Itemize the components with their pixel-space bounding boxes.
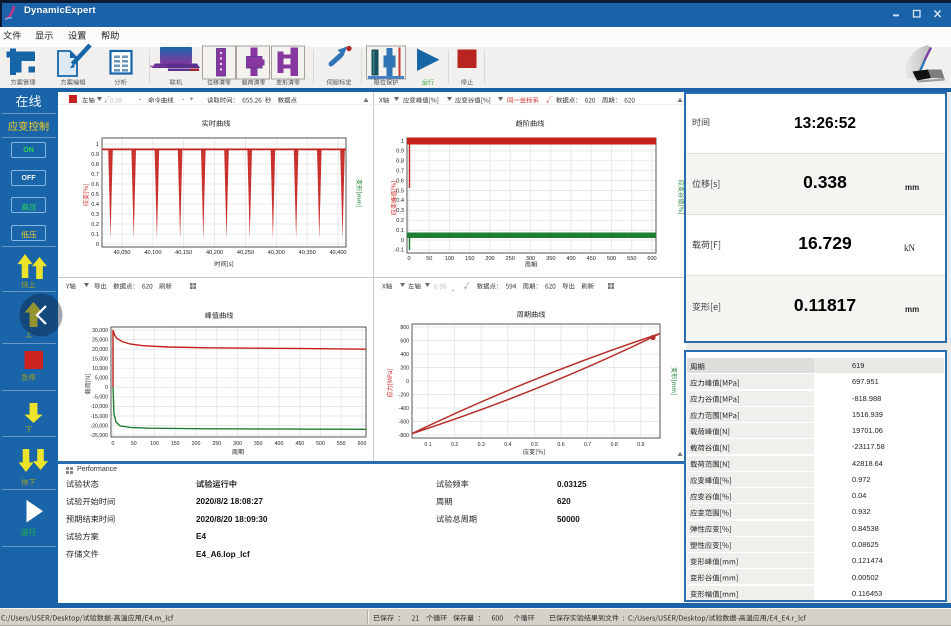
svg-text:0.2: 0.2 — [396, 218, 404, 224]
svg-text:5,000: 5,000 — [95, 376, 108, 382]
svg-text:0.6: 0.6 — [557, 442, 564, 448]
svg-text:0.1: 0.1 — [91, 232, 99, 238]
svg-text:0.5: 0.5 — [531, 442, 538, 448]
svg-text:0: 0 — [112, 441, 115, 447]
svg-text:0.4: 0.4 — [396, 198, 404, 204]
svg-text:0: 0 — [105, 385, 108, 391]
svg-text:500: 500 — [607, 256, 616, 262]
svg-text:-5,000: -5,000 — [93, 395, 108, 401]
svg-text:0.5: 0.5 — [91, 192, 99, 198]
svg-text:150: 150 — [465, 256, 474, 262]
svg-text:400: 400 — [400, 352, 409, 358]
svg-text:-200: -200 — [399, 392, 409, 398]
svg-text:30,000: 30,000 — [92, 328, 108, 334]
svg-text:0.2: 0.2 — [91, 222, 99, 228]
svg-text:150: 150 — [171, 441, 180, 447]
svg-text:20,000: 20,000 — [92, 347, 108, 353]
svg-text:400: 400 — [566, 256, 575, 262]
svg-text:40,200: 40,200 — [206, 250, 223, 256]
svg-text:0.8: 0.8 — [396, 159, 404, 165]
svg-text:300: 300 — [233, 441, 242, 447]
svg-text:50: 50 — [131, 441, 137, 447]
svg-text:40,250: 40,250 — [237, 250, 254, 256]
svg-text:0.3: 0.3 — [396, 208, 404, 214]
svg-text:15,000: 15,000 — [92, 357, 108, 363]
svg-text:500: 500 — [316, 441, 325, 447]
svg-text:50: 50 — [426, 256, 432, 262]
svg-text:400: 400 — [275, 441, 284, 447]
svg-text:0.4: 0.4 — [504, 442, 511, 448]
svg-text:25,000: 25,000 — [92, 337, 108, 343]
svg-text:-20,000: -20,000 — [90, 423, 108, 429]
svg-text:0.9: 0.9 — [396, 149, 404, 155]
svg-text:-15,000: -15,000 — [90, 414, 108, 420]
svg-text:600: 600 — [358, 441, 367, 447]
svg-text:1: 1 — [96, 142, 99, 148]
svg-text:0.8: 0.8 — [91, 162, 99, 168]
svg-text:450: 450 — [295, 441, 304, 447]
svg-text:0.4: 0.4 — [91, 202, 99, 208]
svg-text:0: 0 — [401, 238, 404, 244]
svg-text:40,300: 40,300 — [268, 250, 285, 256]
svg-text:-10,000: -10,000 — [90, 404, 108, 410]
svg-text:0.9: 0.9 — [91, 152, 99, 158]
svg-text:550: 550 — [337, 441, 346, 447]
svg-text:100: 100 — [445, 256, 454, 262]
svg-text:350: 350 — [254, 441, 263, 447]
svg-text:550: 550 — [627, 256, 636, 262]
svg-text:40,150: 40,150 — [175, 250, 192, 256]
svg-text:0.7: 0.7 — [91, 172, 99, 178]
svg-text:0.3: 0.3 — [478, 442, 485, 448]
svg-text:0.6: 0.6 — [91, 182, 99, 188]
svg-text:800: 800 — [400, 325, 409, 331]
svg-text:40,350: 40,350 — [299, 250, 316, 256]
svg-text:0.9: 0.9 — [637, 442, 644, 448]
svg-text:450: 450 — [587, 256, 596, 262]
svg-text:0.7: 0.7 — [396, 169, 404, 175]
svg-text:0: 0 — [96, 242, 99, 248]
svg-text:1: 1 — [401, 139, 404, 145]
svg-text:0.5: 0.5 — [396, 188, 404, 194]
svg-text:40,050: 40,050 — [113, 250, 130, 256]
svg-text:0.3: 0.3 — [91, 212, 99, 218]
svg-text:-400: -400 — [399, 406, 409, 412]
svg-text:0.1: 0.1 — [424, 442, 431, 448]
svg-text:0.6: 0.6 — [396, 178, 404, 184]
svg-text:600: 600 — [400, 338, 409, 344]
svg-text:40,100: 40,100 — [144, 250, 161, 256]
svg-text:-0.1: -0.1 — [394, 248, 404, 254]
svg-text:0.1: 0.1 — [396, 228, 404, 234]
svg-text:0.2: 0.2 — [451, 442, 458, 448]
svg-text:-600: -600 — [399, 419, 409, 425]
svg-text:200: 200 — [400, 365, 409, 371]
svg-text:0.7: 0.7 — [584, 442, 591, 448]
svg-text:10,000: 10,000 — [92, 366, 108, 372]
svg-text:200: 200 — [192, 441, 201, 447]
svg-text:0: 0 — [407, 256, 410, 262]
svg-text:40,400: 40,400 — [329, 250, 346, 256]
svg-text:0.8: 0.8 — [611, 442, 618, 448]
svg-text:300: 300 — [526, 256, 535, 262]
svg-text:350: 350 — [546, 256, 555, 262]
svg-text:200: 200 — [485, 256, 494, 262]
svg-text:600: 600 — [647, 256, 656, 262]
svg-text:-25,000: -25,000 — [90, 433, 108, 439]
svg-text:0: 0 — [406, 379, 409, 385]
svg-text:250: 250 — [212, 441, 221, 447]
svg-text:250: 250 — [506, 256, 515, 262]
svg-text:100: 100 — [150, 441, 159, 447]
svg-text:-800: -800 — [399, 433, 409, 439]
